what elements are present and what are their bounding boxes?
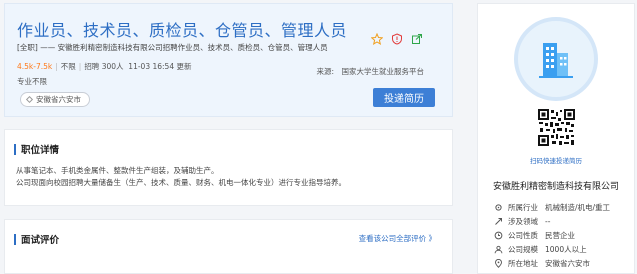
job-detail-line: 公司现面向校园招聘大量储备生（生产、技术、质量、财务、机电一体化专业）进行专业指… [16,178,346,187]
location-tag: 安徽省六安市 [20,92,90,107]
location-tag-icon [25,95,34,104]
apply-button[interactable]: 投递简历 [373,88,435,107]
job-header-card: 作业员、技术员、质检员、仓管员、管理人员 [全职] —— 安徽胜利精密制造科技有… [4,3,453,117]
share-icon[interactable] [410,32,424,46]
company-info-item: 所在地址 安徽省六安市 [494,257,610,271]
company-info-item: 公司规模 1000人以上 [494,243,610,257]
info-value: 机械制造/机电/重工 [545,202,611,212]
job-title: 作业员、技术员、质检员、仓管员、管理人员 [17,21,348,40]
info-value: 安徽省六安市 [545,259,590,269]
building-icon [539,43,573,78]
updated-time: 11-03 16:54 更新 [128,62,192,71]
interview-review-heading: 面试评价 [14,232,59,246]
industry-icon [495,203,502,211]
location-tag-label: 安徽省六安市 [36,95,81,104]
scale-icon [494,246,503,254]
section-title: 职位详情 [21,145,60,156]
company-info-list: 所属行业 机械制造/机电/重工 涉及领域 -- 公司性质 民营企业 公司规模 1… [494,200,610,271]
report-icon[interactable] [390,32,404,46]
info-value: 1000人以上 [545,245,587,255]
qr-code [538,109,575,146]
company-logo[interactable] [514,17,598,101]
salary: 4.5k-7.5k [17,62,53,71]
meta-divider: | [55,62,58,71]
company-info-item: 所属行业 机械制造/机电/重工 [494,200,610,214]
job-detail-line: 从事笔记本、手机类金属件、整款件生产组装，及辅助生产。 [16,166,219,175]
job-source: 来源: 国家大学生就业服务平台 [316,67,424,76]
info-label: 公司规模 [508,245,538,255]
company-info-item: 公司性质 民营企业 [494,228,610,242]
job-detail-section: 职位详情 从事笔记本、手机类金属件、整款件生产组装，及辅助生产。 公司现面向校园… [4,129,453,206]
nature-icon [494,231,503,240]
company-name[interactable]: 安徽胜利精密制造科技有限公司 [478,179,634,192]
view-all-reviews-link[interactable]: 查看该公司全部评价 》 [359,233,436,244]
job-meta: 4.5k-7.5k | 不限 | 招聘 300人 11-03 16:54 更新 [17,61,191,72]
star-icon[interactable] [370,32,384,46]
field-icon [495,217,502,225]
company-info-item: 涉及领域 -- [494,214,610,228]
section-bar [14,143,16,155]
qr-caption: 扫码快速投递简历 [530,157,582,165]
education: 不限 [60,62,76,71]
job-detail-heading: 职位详情 [14,142,59,156]
interview-review-section: 面试评价 查看该公司全部评价 》 [4,219,453,274]
job-subtitle: [全职] —— 安徽胜利精密制造科技有限公司招聘作业员、技术员、质检员、仓管员、… [17,43,328,52]
info-label: 涉及领域 [508,216,538,226]
company-card: 扫码快速投递简历 安徽胜利精密制造科技有限公司 所属行业 机械制造/机电/重工 … [477,3,635,274]
section-bar [14,233,16,245]
job-major: 专业不限 [17,77,47,86]
job-actions [370,32,424,46]
info-value: -- [545,216,551,226]
headcount: 招聘 300人 [84,62,124,71]
info-label: 公司性质 [508,230,538,240]
info-label: 所属行业 [508,202,538,212]
address-icon [495,259,502,269]
info-label: 所在地址 [508,259,538,269]
info-value: 民营企业 [545,230,575,240]
meta-divider: | [78,62,82,71]
section-title: 面试评价 [21,235,60,246]
